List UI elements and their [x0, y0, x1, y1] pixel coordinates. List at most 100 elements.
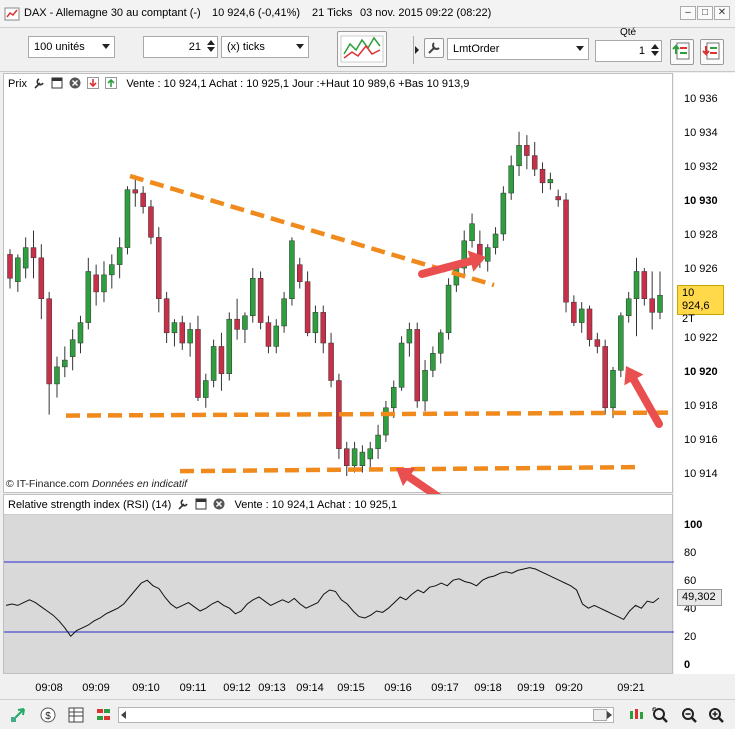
quantity-stepper[interactable]: [649, 42, 660, 60]
candle-body: [156, 237, 162, 299]
time-tick-label: 09:11: [179, 682, 207, 694]
window-icon[interactable]: [195, 498, 207, 510]
candle: [77, 315, 84, 354]
candle: [406, 322, 413, 357]
price-tick-label: 10 918: [684, 399, 718, 412]
candle: [38, 244, 45, 320]
candle: [109, 254, 115, 289]
candle-body: [641, 271, 648, 299]
chevron-down-icon: [296, 44, 304, 49]
candle: [516, 131, 522, 177]
quantity-units-value: 100 unités: [34, 41, 85, 53]
order-settings-button[interactable]: [424, 38, 444, 58]
scroll-left-icon[interactable]: [121, 711, 126, 719]
candle: [430, 346, 436, 378]
horizontal-scrollbar[interactable]: [118, 707, 614, 723]
credit-note: Données en indicatif: [91, 478, 188, 490]
candle-body: [46, 298, 52, 385]
candle: [508, 155, 514, 200]
candle: [375, 424, 381, 459]
candle: [500, 186, 507, 241]
current-ticks-value: 2T: [682, 313, 695, 326]
wrench-icon[interactable]: [33, 77, 45, 89]
candle: [156, 227, 162, 313]
chart-style-button[interactable]: [337, 31, 387, 67]
candle-body: [484, 247, 491, 262]
candle-body: [343, 448, 350, 466]
price-panel-label: Prix: [8, 78, 27, 90]
wrench-icon[interactable]: [177, 498, 189, 510]
scroll-right-icon[interactable]: [607, 711, 612, 719]
candle: [657, 271, 663, 320]
current-price-value: 10 924,6: [682, 287, 710, 313]
candle-body: [359, 451, 366, 466]
zoom-out-icon[interactable]: [681, 707, 697, 723]
candle-body: [375, 434, 381, 449]
candle: [469, 213, 475, 248]
time-axis[interactable]: 09:08 09:09 09:10 09:11 09:12 09:13 09:14 09:15…: [3, 674, 735, 698]
candle: [602, 339, 608, 415]
close-circle-icon[interactable]: [69, 77, 81, 89]
candle-body: [492, 233, 499, 248]
dollar-icon[interactable]: $: [40, 707, 56, 723]
candle: [625, 291, 632, 323]
window-icon[interactable]: [51, 77, 63, 89]
time-tick-label: 09:13: [258, 682, 286, 694]
support-line-upper: [65, 410, 674, 418]
period-stepper[interactable]: [205, 38, 216, 56]
candle: [320, 305, 327, 354]
rsi-chart[interactable]: [4, 495, 674, 675]
order-type-value: LmtOrder: [453, 43, 500, 55]
zoom-in-icon[interactable]: [708, 707, 724, 723]
time-tick-label: 09:21: [617, 682, 645, 694]
buy-arrow-icon: [672, 42, 690, 60]
candle-body: [351, 448, 358, 466]
toolbar-separator: [413, 36, 419, 64]
candle-body: [578, 308, 585, 323]
candle: [414, 322, 420, 408]
candle: [15, 254, 21, 292]
candle-body: [304, 281, 311, 334]
rsi-tick-label: 100: [684, 519, 703, 531]
candle: [101, 261, 107, 303]
move-up-icon[interactable]: [105, 77, 118, 89]
candle: [547, 172, 554, 190]
arrow-cursor-icon[interactable]: [10, 707, 26, 723]
period-unit-select[interactable]: (x) ticks: [221, 36, 309, 58]
candle: [304, 271, 311, 337]
zoom-fit-icon[interactable]: [652, 707, 668, 723]
minimize-button[interactable]: –: [680, 6, 696, 20]
order-type-select[interactable]: LmtOrder: [447, 38, 589, 60]
indicator-icon[interactable]: [96, 707, 112, 723]
period-value-field[interactable]: 21: [143, 36, 218, 58]
candle-body: [390, 387, 397, 409]
candle-body: [422, 370, 428, 402]
price-chart[interactable]: [4, 74, 674, 494]
quantity-units-select[interactable]: 100 unités: [28, 36, 115, 58]
order-quantity-field[interactable]: 1: [595, 40, 662, 62]
chart-style-icon: [340, 35, 384, 63]
candle: [618, 312, 624, 378]
price-axis[interactable]: 10 936 10 934 10 932 10 930 10 928 10 926 10 9…: [674, 73, 735, 674]
candle-body: [571, 301, 577, 323]
chevron-down-icon: [102, 44, 110, 49]
rsi-panel[interactable]: Relative strength index (RSI) (14) Vente…: [3, 494, 674, 675]
table-icon[interactable]: [68, 707, 84, 723]
price-panel-info: Vente : 10 924,1 Achat : 10 925,1 Jour :…: [126, 78, 470, 90]
candle: [265, 315, 272, 354]
candle: [124, 186, 131, 255]
candle: [148, 199, 154, 245]
buy-button[interactable]: [670, 39, 694, 65]
maximize-button[interactable]: □: [697, 6, 713, 20]
candle: [22, 237, 29, 279]
period-adjust-icon[interactable]: [628, 707, 644, 723]
close-button[interactable]: ✕: [714, 6, 730, 20]
close-circle-icon[interactable]: [213, 498, 225, 510]
price-chart-panel[interactable]: Prix Vente : 10 924,1 Achat : 10 925,1 J…: [3, 73, 674, 494]
candle: [367, 441, 373, 470]
candle: [54, 356, 60, 398]
rsi-tick-label: 60: [684, 575, 697, 587]
move-down-icon[interactable]: [87, 77, 100, 89]
sell-button[interactable]: [700, 39, 724, 65]
scroll-thumb[interactable]: [593, 709, 607, 721]
